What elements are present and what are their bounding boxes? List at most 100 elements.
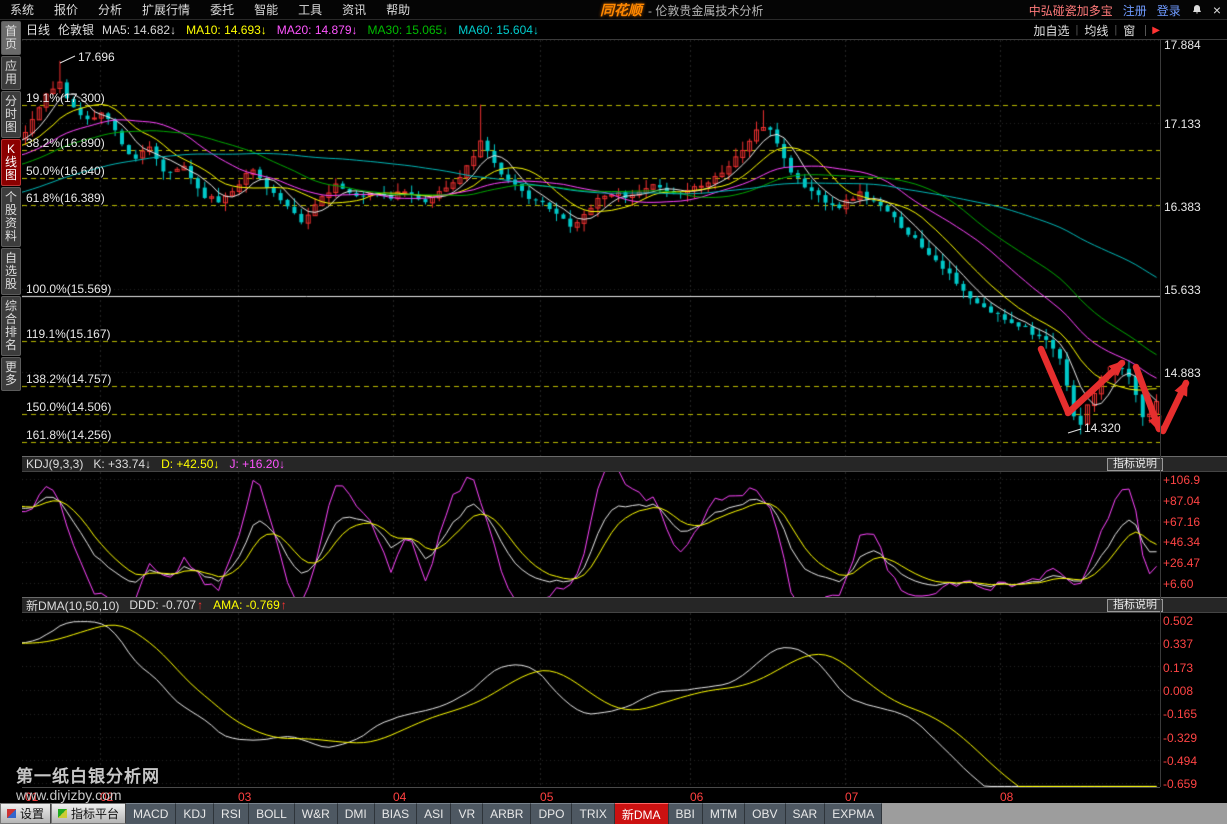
menu-item[interactable]: 资讯 (332, 0, 376, 20)
settings-button[interactable]: 设置 (0, 803, 51, 824)
month-label: 07 (845, 790, 858, 804)
kdj-axis-label: +26.47 (1163, 556, 1200, 570)
menubar-right: 中弘碰瓷加多宝 注册 登录 × (1029, 0, 1221, 20)
menu-item[interactable]: 工具 (288, 0, 332, 20)
menu-item[interactable]: 系统 (0, 0, 44, 20)
candlestick-chart[interactable] (22, 40, 1160, 456)
indicator-tab[interactable]: ARBR (483, 803, 531, 824)
sidebar-item-stock-info[interactable]: 个 股 资 料 (1, 187, 21, 247)
indicator-platform-button[interactable]: 指标平台 (51, 803, 126, 824)
trend-arrow (1163, 383, 1186, 431)
bell-icon[interactable] (1191, 4, 1203, 16)
kdj-chart[interactable] (22, 472, 1160, 597)
kdj-axis-label: +67.16 (1163, 515, 1200, 529)
settings-button-label: 设置 (20, 805, 44, 822)
menu-item[interactable]: 帮助 (376, 0, 420, 20)
kdj-panel (22, 472, 1160, 597)
kdj-header-value: D: +42.50↓ (161, 457, 219, 471)
period-label[interactable]: 日线 (26, 21, 50, 38)
register-link[interactable]: 注册 (1123, 2, 1147, 19)
indicator-tabs: MACDKDJRSIBOLLW&RDMIBIASASIVRARBRDPOTRIX… (126, 803, 882, 824)
indicator-tab[interactable]: 新DMA (615, 803, 669, 824)
dma-panel (22, 613, 1160, 787)
sidebar-item-watchlist[interactable]: 自 选 股 (1, 248, 21, 295)
dma-axis-label: 0.337 (1163, 637, 1193, 651)
menu-item[interactable]: 报价 (44, 0, 88, 20)
chart-titlebar: 日线 伦敦银 MA5: 14.682↓ MA10: 14.693↓ MA20: 14… (22, 20, 1227, 40)
dma-axis-label: -0.329 (1163, 731, 1197, 745)
close-icon[interactable]: × (1213, 0, 1221, 20)
kdj-axis-label: +6.60 (1163, 577, 1193, 591)
promo-link[interactable]: 中弘碰瓷加多宝 (1029, 2, 1113, 19)
sidebar-item-kline[interactable]: K 线 图 (1, 139, 21, 186)
dma-axis-label: -0.494 (1163, 754, 1197, 768)
dma-chart[interactable] (22, 613, 1160, 787)
dma-axis-label: 0.008 (1163, 684, 1193, 698)
kdj-axis-label: +46.34 (1163, 535, 1200, 549)
month-label: 08 (1000, 790, 1013, 804)
indicator-tab[interactable]: ASI (417, 803, 451, 824)
indicator-tab[interactable]: MACD (126, 803, 176, 824)
price-axis-label: 14.883 (1164, 366, 1201, 380)
dma-values: 新DMA(10,50,10)DDD: -0.707↑AMA: -0.769↑ (26, 597, 287, 614)
sidebar-item-timeline[interactable]: 分 时 图 (1, 91, 21, 138)
kdj-indicator-help-button[interactable]: 指标说明 (1107, 458, 1163, 471)
titlebar-button[interactable]: 加自选 (1028, 22, 1076, 39)
trading-app-window: 系统报价分析扩展行情委托智能工具资讯帮助 同花顺 - 伦敦贵金属技术分析 中弘碰… (0, 0, 1227, 824)
dma-axis-label: -0.165 (1163, 707, 1197, 721)
dma-indicator-help-button[interactable]: 指标说明 (1107, 599, 1163, 612)
sidebar-item-home[interactable]: 首 页 (1, 21, 21, 55)
kdj-values: KDJ(9,3,3)K: +33.74↓D: +42.50↓J: +16.20↓ (26, 457, 285, 471)
dma-header: 新DMA(10,50,10)DDD: -0.707↑AMA: -0.769↑ 指… (22, 597, 1227, 613)
indicator-tab[interactable]: DMI (338, 803, 375, 824)
time-axis: 0102030405060708 (22, 787, 1160, 803)
symbol-label: 伦敦银 (58, 21, 94, 38)
month-label: 03 (238, 790, 251, 804)
dma-header-value: 新DMA(10,50,10) (26, 597, 119, 614)
indicator-tab[interactable]: OBV (745, 803, 785, 824)
ma-label: MA5: 14.682↓ (102, 23, 176, 37)
indicator-tab[interactable]: W&R (295, 803, 338, 824)
month-label: 01 (25, 790, 38, 804)
indicator-tab[interactable]: BIAS (375, 803, 417, 824)
menu-item[interactable]: 智能 (244, 0, 288, 20)
menu-items: 系统报价分析扩展行情委托智能工具资讯帮助 (0, 0, 420, 20)
logo-area: 同花顺 - 伦敦贵金属技术分析 (600, 0, 763, 20)
sidebar-item-apps[interactable]: 应 用 (1, 56, 21, 90)
titlebar-button[interactable]: 均线 (1078, 22, 1114, 39)
indicator-tab[interactable]: EXPMA (825, 803, 882, 824)
indicator-platform-icon (58, 809, 67, 818)
window-subtitle: - 伦敦贵金属技术分析 (648, 2, 763, 19)
price-axis-label: 17.884 (1164, 38, 1201, 52)
ma-label: MA20: 14.879↓ (277, 23, 358, 37)
indicator-tab[interactable]: RSI (214, 803, 249, 824)
price-axis-label: 16.383 (1164, 200, 1201, 214)
sidebar-item-ranking[interactable]: 综 合 排 名 (1, 296, 21, 356)
app-logo: 同花顺 (600, 0, 642, 20)
indicator-tab[interactable]: TRIX (572, 803, 614, 824)
menu-item[interactable]: 扩展行情 (132, 0, 200, 20)
indicator-tab[interactable]: SAR (786, 803, 826, 824)
kdj-header: KDJ(9,3,3)K: +33.74↓D: +42.50↓J: +16.20↓… (22, 456, 1227, 472)
indicator-tab[interactable]: KDJ (176, 803, 214, 824)
month-label: 04 (393, 790, 406, 804)
kdj-header-value: J: +16.20↓ (229, 457, 285, 471)
titlebar-actions: 加自选|均线|窗 ▶ (1028, 20, 1160, 40)
indicator-tab[interactable]: MTM (703, 803, 745, 824)
ma-label: MA10: 14.693↓ (186, 23, 267, 37)
indicator-tab[interactable]: VR (451, 803, 483, 824)
indicator-tab[interactable]: BOLL (249, 803, 295, 824)
sidebar-item-more[interactable]: 更 多 (1, 357, 21, 391)
menu-item[interactable]: 分析 (88, 0, 132, 20)
indicator-tab[interactable]: DPO (531, 803, 572, 824)
kdj-header-value: KDJ(9,3,3) (26, 457, 83, 471)
main-chart-region: 17.696 14.320 19.1%(17.300)38.2%(16.890)… (22, 40, 1160, 456)
login-link[interactable]: 登录 (1157, 2, 1181, 19)
menu-item[interactable]: 委托 (200, 0, 244, 20)
price-axis-label: 17.133 (1164, 117, 1201, 131)
titlebar-button[interactable]: 窗 (1117, 22, 1141, 39)
indicator-tab[interactable]: BBI (669, 803, 703, 824)
kdj-axis-label: +87.04 (1163, 494, 1200, 508)
month-label: 02 (100, 790, 113, 804)
expand-icon[interactable]: ▶ (1145, 25, 1160, 36)
